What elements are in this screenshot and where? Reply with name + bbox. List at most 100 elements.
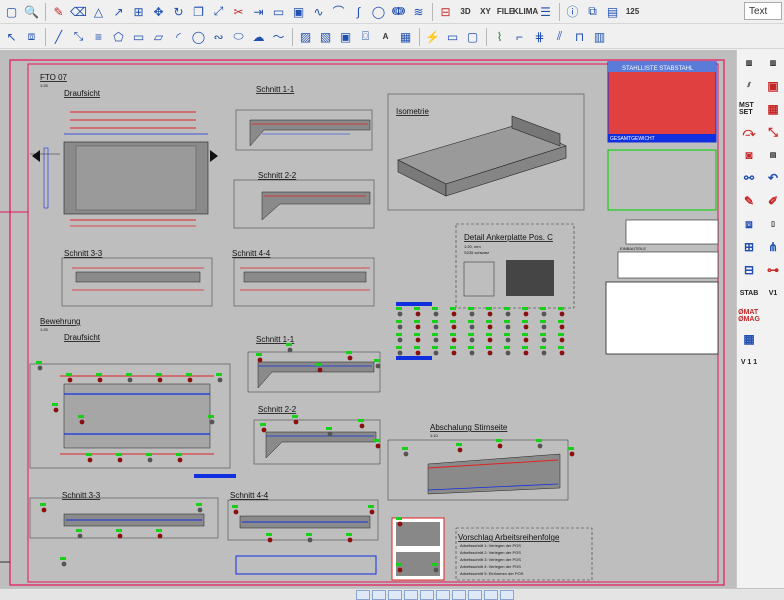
layers-icon[interactable]: ☰	[536, 2, 555, 21]
stack-icon[interactable]: ⧈	[739, 214, 759, 234]
eraser-icon[interactable]: ⌫	[69, 2, 88, 21]
omat-button[interactable]: ØMAT ØMAG	[738, 306, 760, 326]
triangle-icon[interactable]: △	[89, 2, 108, 21]
scale-icon[interactable]: ⤢	[209, 2, 228, 21]
position-tag	[126, 373, 132, 376]
connect-icon[interactable]: ⚯	[739, 168, 759, 188]
xy-button[interactable]: XY	[476, 2, 495, 21]
wave-icon[interactable]: ∿	[309, 2, 328, 21]
frame-icon[interactable]: ▭	[443, 27, 462, 46]
arrow-icon[interactable]: ↗	[109, 2, 128, 21]
3d-button[interactable]: 3D	[456, 2, 475, 21]
move-icon[interactable]: ✥	[149, 2, 168, 21]
count-display[interactable]: 125	[623, 2, 642, 21]
snap-track-toggle[interactable]	[420, 589, 434, 600]
table-tool-icon[interactable]: ▦	[739, 329, 759, 349]
grid-large-icon[interactable]: ⊟	[739, 260, 759, 280]
lineweight-toggle[interactable]	[452, 589, 466, 600]
hatch-icon[interactable]: ⫽	[739, 76, 759, 96]
copy-icon[interactable]: ❐	[189, 2, 208, 21]
pencil-icon[interactable]: ✎	[49, 2, 68, 21]
pointer-icon[interactable]: ↖	[2, 27, 21, 46]
curve-icon[interactable]: ∫	[349, 2, 368, 21]
network-icon[interactable]: ⊶	[763, 260, 783, 280]
info-icon[interactable]: ⓘ	[563, 2, 582, 21]
ruler-icon[interactable]: ▥	[739, 53, 759, 73]
bag-icon[interactable]: ◙	[739, 145, 759, 165]
snap-ortho-toggle[interactable]	[372, 589, 386, 600]
panel-icon[interactable]: ▤	[763, 145, 783, 165]
tree-icon[interactable]: ⋔	[763, 237, 783, 257]
rectangle-icon[interactable]: ▭	[129, 27, 148, 46]
grid-small-icon[interactable]: ⊞	[739, 237, 759, 257]
model-toggle[interactable]	[468, 589, 482, 600]
rebar-icon[interactable]: ⌇	[490, 27, 509, 46]
image-icon[interactable]: ▣	[336, 27, 355, 46]
freeform-icon[interactable]: ∾	[209, 27, 228, 46]
snap-grid-toggle[interactable]	[356, 589, 370, 600]
lightning-icon[interactable]: ⚡	[423, 27, 442, 46]
klima-button[interactable]: KLIMA	[513, 2, 538, 21]
grid-red-icon[interactable]: ▦	[763, 99, 783, 119]
rebar-chart-icon[interactable]: ⫽	[550, 27, 569, 46]
slash-red-icon[interactable]: ⤡	[763, 122, 783, 142]
arc-icon[interactable]: ⌒	[329, 2, 348, 21]
polyline-icon[interactable]: ⤡	[69, 27, 88, 46]
rebar-list-icon[interactable]: ▥	[590, 27, 609, 46]
snap-polar-toggle[interactable]	[404, 589, 418, 600]
ruler-2-icon[interactable]: ▥	[763, 53, 783, 73]
v11-button[interactable]: V 1 1	[739, 352, 759, 372]
region-icon[interactable]: ▧	[316, 27, 335, 46]
red-curve-icon[interactable]: ⤼	[739, 122, 759, 142]
spring-icon[interactable]: ≋	[409, 2, 428, 21]
circle-icon[interactable]: ◯	[369, 2, 388, 21]
select-square-icon[interactable]: ▢	[2, 2, 21, 21]
cloud-icon[interactable]: ☁	[249, 27, 268, 46]
rect-icon[interactable]: ▭	[269, 2, 288, 21]
snap-osnap-toggle[interactable]	[388, 589, 402, 600]
rebar-mesh-icon[interactable]: ⋕	[530, 27, 549, 46]
stab-button[interactable]: STAB	[739, 283, 759, 303]
parallelogram-icon[interactable]: ▱	[149, 27, 168, 46]
position-mark	[415, 337, 421, 343]
block-icon[interactable]: ▣	[289, 2, 308, 21]
undo-icon[interactable]: ↶	[763, 168, 783, 188]
zoom-icon[interactable]: 🔍	[22, 2, 41, 21]
table-icon[interactable]: ▦	[396, 27, 415, 46]
sheet-icon[interactable]: ▯	[763, 214, 783, 234]
arc-tool-icon[interactable]: ◜	[169, 27, 188, 46]
hatch-icon[interactable]: ▨	[296, 27, 315, 46]
multiline-icon[interactable]: ≡	[89, 27, 108, 46]
mst-set-button[interactable]: MST SET	[739, 99, 759, 119]
status-bar	[0, 588, 784, 600]
windows-icon[interactable]: ⧉	[583, 2, 602, 21]
layer-toggle[interactable]	[436, 589, 450, 600]
brush-icon[interactable]: ✐	[763, 191, 783, 211]
circle-tool-icon[interactable]: ◯	[189, 27, 208, 46]
text-tool-icon[interactable]: A	[376, 27, 395, 46]
dimension-icon[interactable]: ⊟	[436, 2, 455, 21]
spiral-icon[interactable]: ↈ	[389, 2, 408, 21]
box-icon[interactable]: ▢	[463, 27, 482, 46]
scissors-icon[interactable]: ✂	[229, 2, 248, 21]
zoom-toggle[interactable]	[500, 589, 514, 600]
page-icon[interactable]: ▤	[603, 2, 622, 21]
rebar-stirrup-icon[interactable]: ⊓	[570, 27, 589, 46]
spline-icon[interactable]: 〜	[269, 27, 288, 46]
text-field[interactable]: Text	[744, 2, 782, 20]
pentagon-icon[interactable]: ⬠	[109, 27, 128, 46]
rebar-bend-icon[interactable]: ⌐	[510, 27, 529, 46]
line-end-icon[interactable]: ⇥	[249, 2, 268, 21]
v1-button[interactable]: V1	[763, 283, 783, 303]
drawing-canvas[interactable]: FTO 07 1:25 Draufsicht Schnitt 1-1 Schni…	[0, 50, 736, 590]
block-red-icon[interactable]: ▣	[763, 76, 783, 96]
rotate-icon[interactable]: ↻	[169, 2, 188, 21]
camera-icon[interactable]: ⌼	[356, 27, 375, 46]
position-mark	[127, 377, 133, 383]
grid-icon[interactable]: ⊞	[129, 2, 148, 21]
line-icon[interactable]: ╱	[49, 27, 68, 46]
pen-icon[interactable]: ✎	[739, 191, 759, 211]
ellipse-icon[interactable]: ⬭	[229, 27, 248, 46]
layout-toggle[interactable]	[484, 589, 498, 600]
layers-stack-icon[interactable]: ⧈	[22, 27, 41, 46]
